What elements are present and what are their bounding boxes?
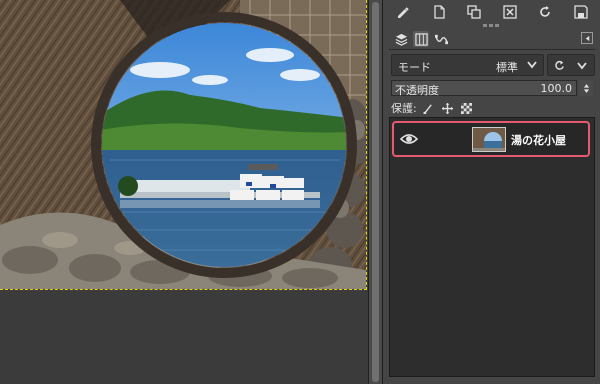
layer-row[interactable]: 湯の花小屋 (392, 121, 590, 157)
opacity-slider[interactable]: 不透明度 100.0 (391, 80, 577, 97)
reset-icon (555, 60, 564, 70)
app-window: モード 標準 不透明度 100.0 保護: 湯の花小屋 (0, 0, 600, 384)
scrollbar-thumb[interactable] (372, 2, 379, 382)
dock-tabbar (389, 28, 595, 50)
opacity-row: 不透明度 100.0 (391, 80, 595, 97)
chevron-down-icon (527, 61, 537, 69)
delete-icon[interactable] (502, 4, 518, 20)
eye-icon[interactable] (400, 132, 418, 146)
composite-mode-dropdown[interactable] (547, 54, 595, 76)
opacity-spinner[interactable] (579, 80, 593, 96)
mode-row: モード 標準 (391, 54, 595, 76)
edit-icon[interactable] (395, 4, 411, 20)
brush-lock-icon[interactable] (423, 103, 434, 114)
channels-tab-icon[interactable] (413, 31, 429, 47)
lock-row: 保護: (391, 100, 595, 116)
layer-name: 湯の花小屋 (511, 134, 566, 147)
save-icon[interactable] (573, 4, 589, 20)
canvas-photo[interactable] (0, 0, 366, 289)
layers-tab-icon[interactable] (393, 31, 409, 47)
move-lock-icon[interactable] (441, 102, 453, 114)
alpha-lock-icon[interactable] (460, 102, 472, 114)
layer-thumbnail (472, 127, 506, 152)
paths-tab-icon[interactable] (433, 31, 449, 47)
dock-toolbar (389, 0, 595, 24)
mode-dropdown[interactable]: モード 標準 (391, 54, 544, 76)
mode-label: モード (398, 61, 431, 74)
duplicate-icon[interactable] (466, 4, 482, 20)
mode-value: 標準 (496, 61, 518, 74)
opacity-value: 100.0 (540, 82, 573, 95)
new-document-icon[interactable] (431, 4, 447, 20)
canvas-vertical-scrollbar[interactable] (368, 0, 382, 384)
image-canvas[interactable] (0, 0, 368, 384)
refresh-icon[interactable] (537, 4, 553, 20)
chevron-down-icon (577, 62, 587, 70)
opacity-label: 不透明度 (395, 84, 439, 97)
lock-label: 保護: (391, 102, 417, 115)
canvas-padding (0, 291, 368, 384)
layers-dock: モード 標準 不透明度 100.0 保護: 湯の花小屋 (382, 0, 600, 384)
layer-list: 湯の花小屋 (389, 117, 595, 377)
dock-menu-icon[interactable] (581, 32, 593, 44)
